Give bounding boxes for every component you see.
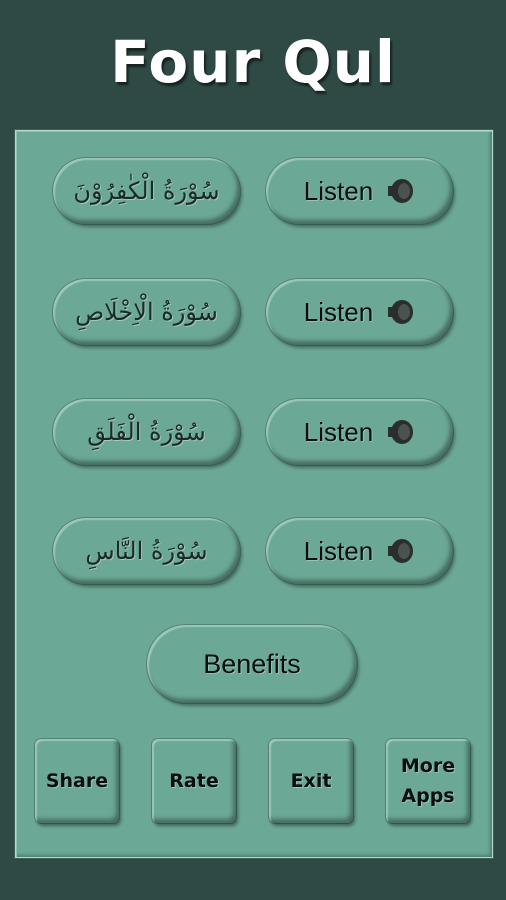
more-apps-button[interactable]: More Apps (386, 739, 470, 823)
surah-button-falaq[interactable]: سُوْرَةُ الْفَلَقِ (53, 399, 240, 465)
listen-label: Listen (303, 175, 374, 206)
speaker-icon (388, 420, 414, 444)
listen-button-kafirun[interactable]: Listen (266, 158, 453, 224)
benefits-button[interactable]: Benefits (147, 625, 357, 703)
listen-label: Listen (303, 296, 374, 327)
speaker-icon (388, 179, 414, 203)
surah-button-nas[interactable]: سُوْرَةُ النَّاسِ (53, 518, 240, 584)
surah-name: سُوْرَةُ النَّاسِ (85, 537, 208, 565)
share-button[interactable]: Share (35, 739, 119, 823)
more-apps-label: More Apps (400, 755, 456, 807)
speaker-icon (388, 539, 414, 563)
listen-button-ikhlas[interactable]: Listen (266, 279, 453, 345)
surah-name: سُوْرَةُ الْكٰفِرُوْنَ (73, 177, 220, 205)
listen-button-falaq[interactable]: Listen (266, 399, 453, 465)
share-label: Share (45, 770, 109, 792)
rate-button[interactable]: Rate (152, 739, 236, 823)
main-panel: سُوْرَةُ الْكٰفِرُوْنَ Listen سُوْرَةُ ا… (15, 130, 493, 858)
exit-label: Exit (290, 770, 332, 792)
app-title: Four Qul (110, 28, 396, 96)
listen-button-nas[interactable]: Listen (266, 518, 453, 584)
surah-button-ikhlas[interactable]: سُوْرَةُ الْاِخْلَاصِ (53, 279, 240, 345)
surah-name: سُوْرَةُ الْفَلَقِ (87, 418, 206, 446)
speaker-icon (388, 300, 414, 324)
surah-button-kafirun[interactable]: سُوْرَةُ الْكٰفِرُوْنَ (53, 158, 240, 224)
listen-label: Listen (303, 416, 374, 447)
surah-name: سُوْرَةُ الْاِخْلَاصِ (75, 298, 218, 326)
rate-label: Rate (169, 770, 219, 792)
exit-button[interactable]: Exit (269, 739, 353, 823)
benefits-label: Benefits (203, 648, 301, 679)
listen-label: Listen (303, 535, 374, 566)
